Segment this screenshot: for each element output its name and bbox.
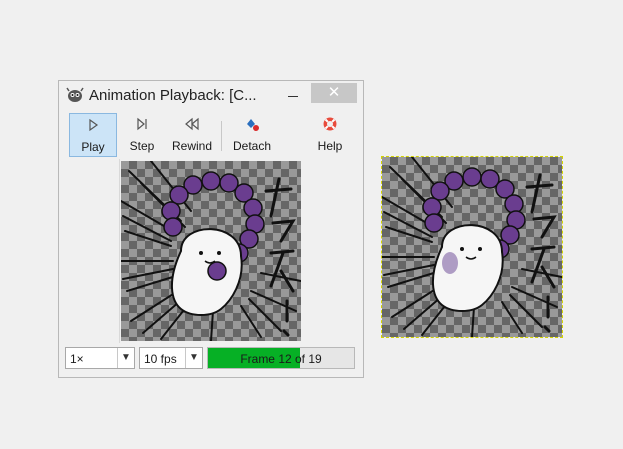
animation-playback-window: Animation Playback: [C... ✕ Play Step Re… [58,80,364,378]
play-label: Play [81,140,105,154]
detach-icon [247,119,259,131]
animation-preview [121,161,301,341]
image-canvas[interactable] [382,157,562,337]
rewind-icon [185,117,199,131]
step-icon [137,117,147,131]
fps-value: 10 fps [144,352,177,366]
step-label: Step [129,139,155,153]
detach-label: Detach [232,139,272,153]
zoom-dropdown[interactable]: 1× ▼ [65,347,135,369]
help-button[interactable]: Help [308,113,352,157]
minimize-button[interactable] [281,84,305,102]
help-lifebuoy-icon [323,117,337,131]
zoom-value: 1× [70,352,84,366]
fps-dropdown[interactable]: 10 fps ▼ [139,347,203,369]
close-icon: ✕ [327,84,341,101]
gimp-app-icon [66,87,84,102]
play-icon [89,118,99,132]
play-button[interactable]: Play [69,113,117,157]
frame-progress-bar[interactable]: Frame 12 of 19 [207,347,355,369]
frame-counter: Frame 12 of 19 [240,352,322,366]
chevron-down-icon[interactable]: ▼ [185,348,202,368]
title-bar[interactable]: Animation Playback: [C... ✕ [59,81,363,109]
canvas-layer-image [382,157,562,337]
help-label: Help [317,139,343,153]
preview-frame-image [121,161,301,341]
detach-button[interactable]: Detach [226,113,278,157]
window-title: Animation Playback: [C... [89,87,257,104]
toolbar-separator [221,121,222,151]
playback-toolbar: Play Step Rewind Detach Help [60,109,362,159]
chevron-down-icon[interactable]: ▼ [117,348,134,368]
step-button[interactable]: Step [121,113,163,157]
close-button[interactable]: ✕ [311,83,357,103]
rewind-label: Rewind [171,139,213,153]
rewind-button[interactable]: Rewind [166,113,218,157]
left-panel [65,159,120,343]
